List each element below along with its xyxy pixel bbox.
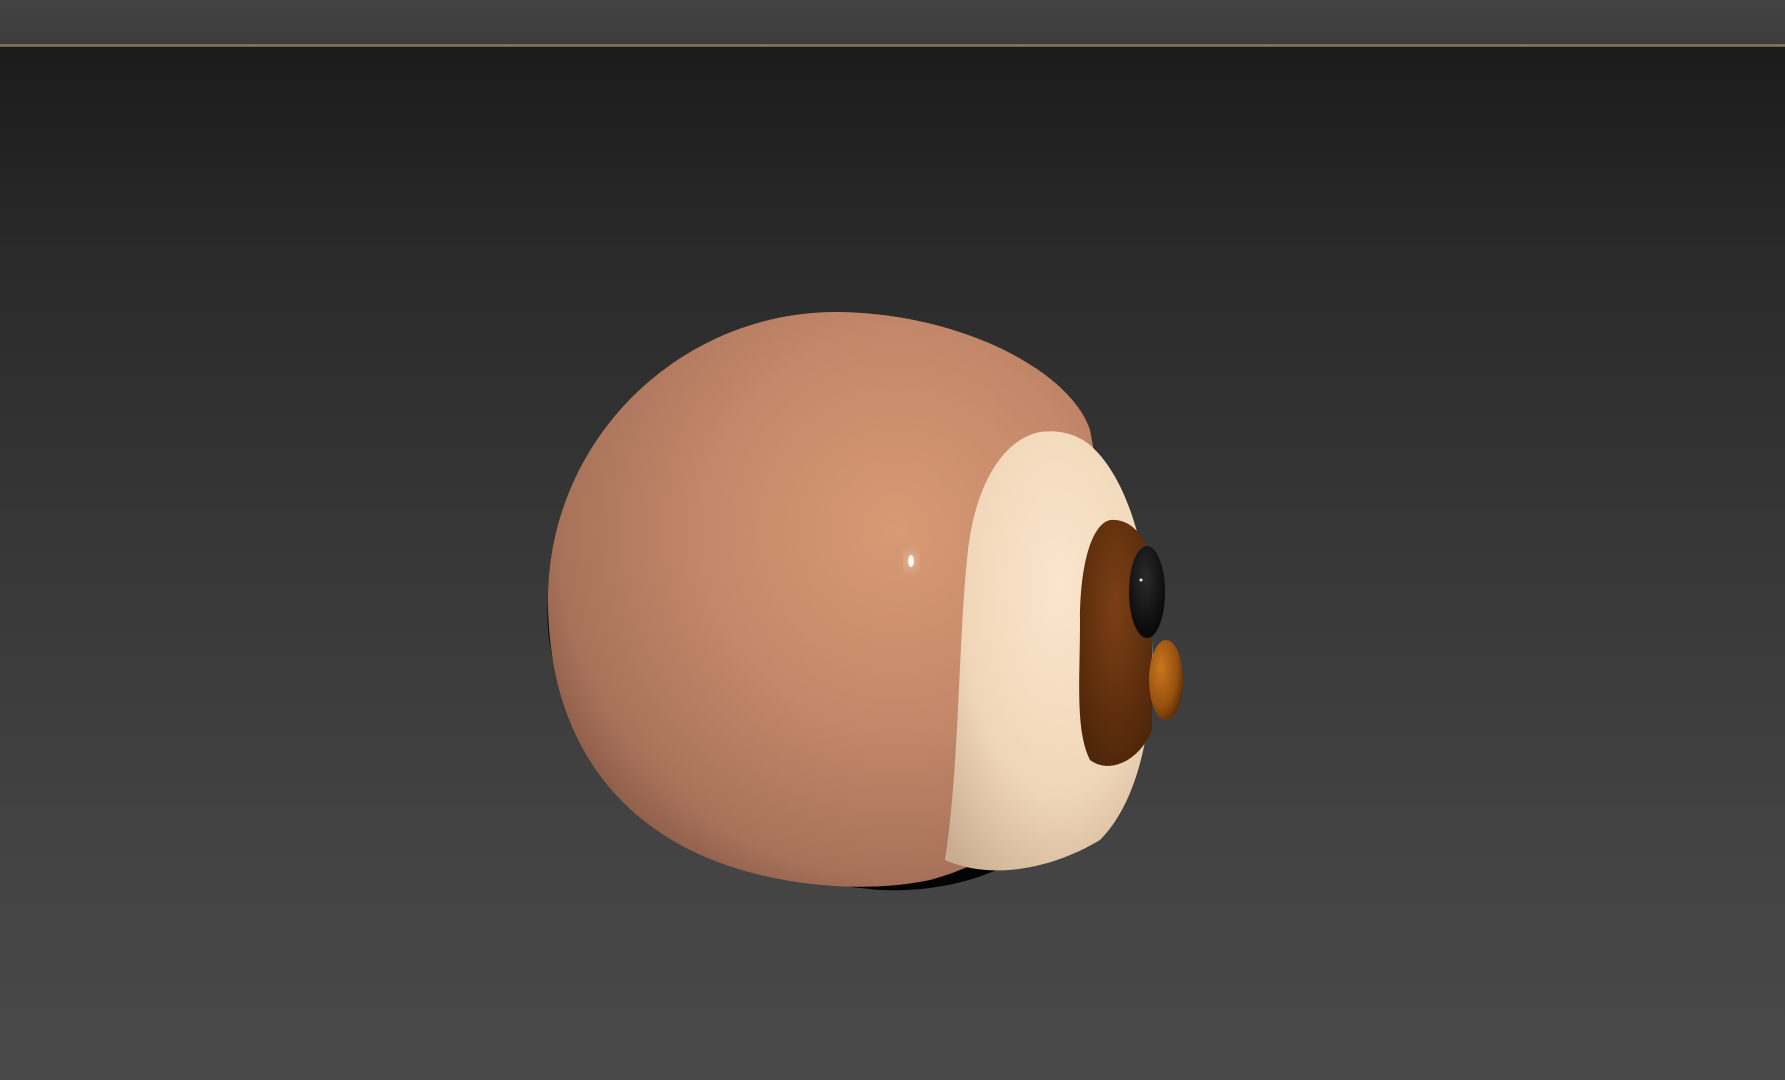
- specular-highlight: [905, 550, 917, 572]
- sloth-nose[interactable]: [1149, 640, 1183, 720]
- sloth-eye[interactable]: [1129, 546, 1165, 638]
- top-toolbar: [0, 0, 1785, 44]
- viewport-scene[interactable]: [0, 47, 1785, 1080]
- 3d-viewport[interactable]: [0, 47, 1785, 1080]
- app-window: [0, 0, 1785, 1080]
